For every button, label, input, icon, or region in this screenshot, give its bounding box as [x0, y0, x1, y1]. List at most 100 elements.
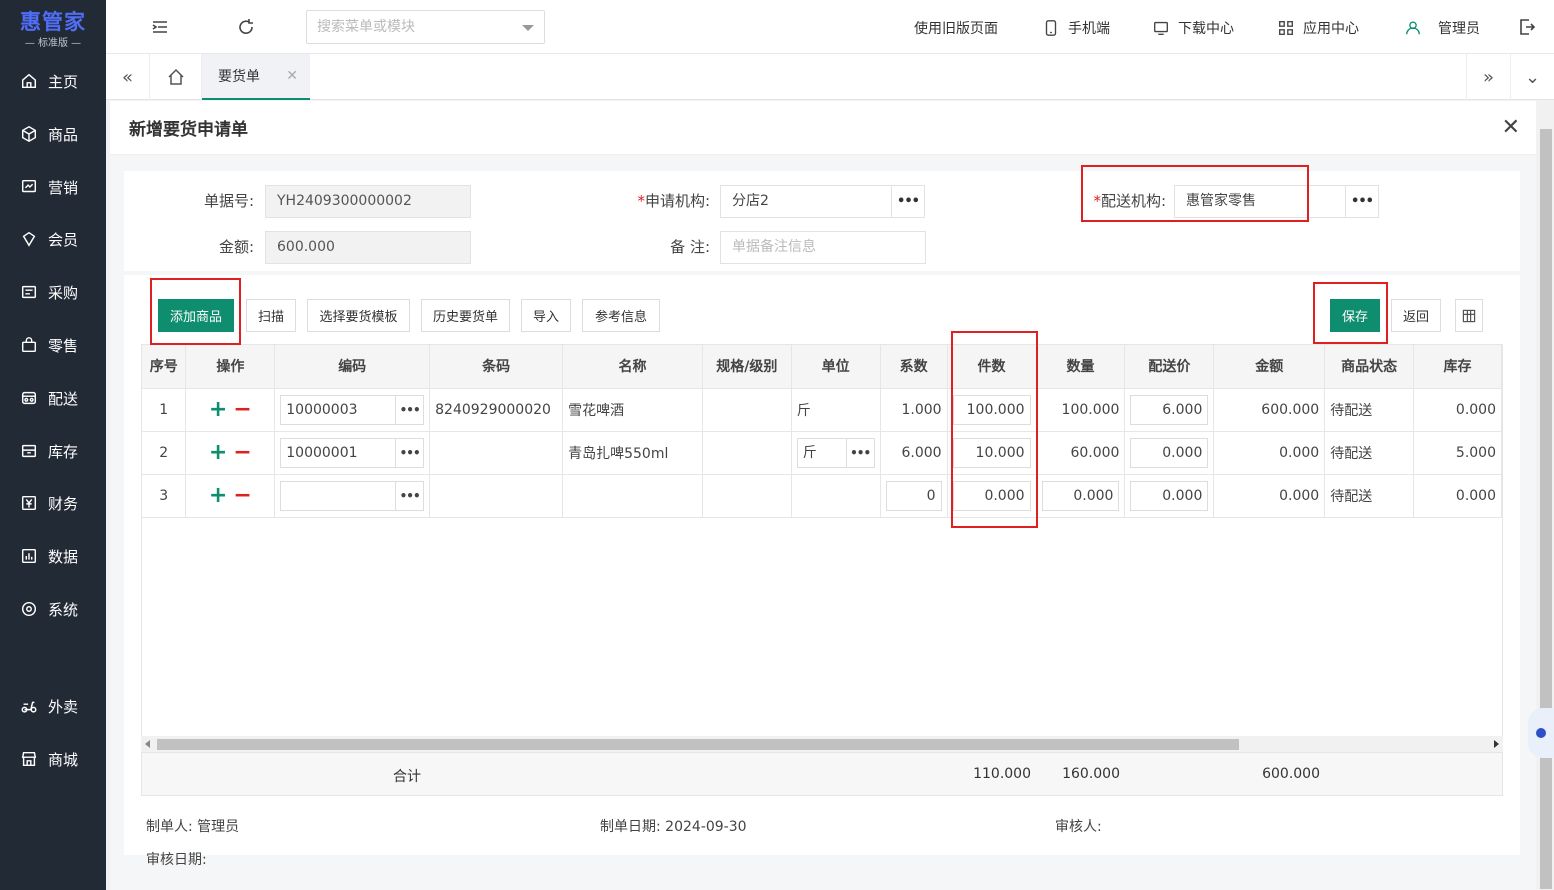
code-input[interactable] — [280, 480, 397, 511]
column-settings-icon[interactable] — [1455, 299, 1483, 332]
tab-scroll-left-icon[interactable]: « — [106, 54, 150, 100]
save-button[interactable]: 保存 — [1330, 299, 1380, 332]
search-input[interactable]: 搜索菜单或模块 — [306, 10, 545, 44]
row-number: 1 — [142, 388, 187, 432]
sidebar: 惠管家 — 标准版 — 主页 商品 营销 会员 采购 零售 配送 库存 财务 数… — [0, 0, 106, 890]
add-row-icon[interactable]: + — [209, 440, 227, 465]
col-header: 系数 — [880, 345, 948, 389]
user-menu[interactable]: 管理员 — [1404, 17, 1480, 39]
creator-info: 制单人: 管理员 — [146, 816, 239, 836]
pieces-input[interactable]: 10.000 — [952, 437, 1031, 468]
apply-org-picker-button[interactable]: ••• — [891, 185, 925, 218]
tab-scroll-right-icon[interactable]: » — [1466, 54, 1510, 100]
col-header: 序号 — [142, 345, 187, 389]
old-page-link[interactable]: 使用旧版页面 — [914, 17, 998, 39]
row-actions: + − — [185, 474, 276, 518]
sidebar-item-retail[interactable]: 零售 — [0, 325, 106, 365]
add-row-icon[interactable]: + — [209, 397, 227, 422]
date-value: 2024-09-30 — [665, 819, 747, 835]
code-input[interactable]: 10000001 — [280, 437, 397, 468]
delivery-org-field[interactable]: 惠管家零售 — [1174, 185, 1346, 218]
settings-icon — [21, 601, 37, 617]
creator-value: 管理员 — [197, 819, 240, 835]
menu-collapse-icon[interactable] — [150, 17, 170, 37]
user-icon — [1406, 21, 1420, 35]
import-button[interactable]: 导入 — [521, 299, 571, 332]
delete-row-icon[interactable]: − — [233, 440, 251, 465]
app-center-link[interactable]: 应用中心 — [1277, 17, 1359, 39]
bag-icon — [21, 337, 37, 353]
select-template-button[interactable]: 选择要货模板 — [307, 299, 410, 332]
vertical-scrollbar[interactable] — [1538, 101, 1554, 890]
audit-date-label: 审核日期: — [146, 852, 207, 868]
sidebar-item-system[interactable]: 系统 — [0, 589, 106, 629]
scrollbar-thumb[interactable] — [1540, 129, 1552, 889]
sidebar-item-takeout[interactable]: 外卖 — [0, 686, 106, 726]
code-input[interactable]: 10000003 — [280, 394, 397, 425]
code-picker-button[interactable]: ••• — [396, 394, 425, 425]
download-center-link[interactable]: 下载中心 — [1152, 17, 1234, 39]
refresh-icon[interactable] — [236, 17, 256, 37]
summary-qty: 160.000 — [1062, 766, 1120, 782]
logout-icon[interactable] — [1517, 17, 1537, 37]
sidebar-item-data[interactable]: 数据 — [0, 536, 106, 576]
doc-no-field: YH2409300000002 — [265, 185, 471, 218]
price-input[interactable]: 0.000 — [1130, 480, 1209, 511]
goods-table: 序号 操作 编码 条码 名称 规格/级别 单位 系数 件数 数量 配送价 金额 … — [141, 344, 1503, 794]
pieces-input[interactable]: 0.000 — [952, 480, 1031, 511]
back-button[interactable]: 返回 — [1391, 299, 1441, 332]
close-icon[interactable]: ✕ — [1502, 115, 1520, 140]
delete-row-icon[interactable]: − — [233, 397, 251, 422]
scrollbar-thumb[interactable] — [157, 739, 1239, 750]
sidebar-item-finance[interactable]: 财务 — [0, 483, 106, 523]
sidebar-item-home[interactable]: 主页 — [0, 61, 106, 101]
barcode-cell: 8240929000020 — [429, 388, 564, 432]
qty-input[interactable]: 0.000 — [1041, 480, 1120, 511]
unit-picker-button[interactable]: ••• — [846, 437, 875, 468]
scan-button[interactable]: 扫描 — [246, 299, 296, 332]
table-row: 3 + − ••• 0 0.000 0.000 0.000 0.000 待配送 0 — [142, 474, 1502, 518]
sidebar-item-goods[interactable]: 商品 — [0, 114, 106, 154]
price-input[interactable]: 0.000 — [1130, 437, 1209, 468]
code-picker-button[interactable]: ••• — [396, 437, 425, 468]
sidebar-item-delivery[interactable]: 配送 — [0, 378, 106, 418]
status-cell: 待配送 — [1324, 474, 1415, 518]
remark-field[interactable]: 单据备注信息 — [720, 231, 926, 264]
add-goods-button[interactable]: 添加商品 — [158, 299, 234, 332]
pieces-cell: 10.000 — [947, 431, 1037, 475]
chevron-down-icon[interactable]: ⌄ — [1510, 54, 1554, 100]
mobile-link[interactable]: 手机端 — [1042, 17, 1110, 39]
assistant-bot-icon[interactable] — [1528, 708, 1554, 758]
sidebar-item-mall[interactable]: 商城 — [0, 739, 106, 779]
unit-select[interactable]: 斤 — [796, 437, 847, 468]
top-bar: 搜索菜单或模块 使用旧版页面 手机端 下载中心 应用中心 管理员 — [106, 0, 1554, 54]
creator-label: 制单人: — [146, 819, 193, 835]
sidebar-item-label: 会员 — [48, 230, 79, 249]
pieces-input[interactable]: 100.000 — [952, 394, 1031, 425]
code-picker-button[interactable]: ••• — [396, 480, 425, 511]
factor-input[interactable]: 0 — [885, 480, 942, 511]
sidebar-item-marketing[interactable]: 营销 — [0, 167, 106, 207]
sidebar-item-member[interactable]: 会员 — [0, 219, 106, 259]
tab-home[interactable] — [150, 54, 202, 100]
sidebar-item-inventory[interactable]: 库存 — [0, 431, 106, 471]
apply-org-field[interactable]: 分店2 — [720, 185, 892, 218]
reference-button[interactable]: 参考信息 — [582, 299, 660, 332]
horizontal-scrollbar[interactable] — [141, 736, 1503, 752]
summary-label: 合计 — [393, 769, 421, 785]
history-button[interactable]: 历史要货单 — [421, 299, 510, 332]
close-icon[interactable]: ✕ — [286, 68, 298, 84]
factor-cell: 1.000 — [880, 388, 948, 432]
add-row-icon[interactable]: + — [209, 483, 227, 508]
scroll-right-arrow[interactable] — [1494, 740, 1499, 748]
scroll-left-arrow[interactable] — [145, 740, 150, 748]
goods-grid: 序号 操作 编码 条码 名称 规格/级别 单位 系数 件数 数量 配送价 金额 … — [142, 345, 1502, 518]
price-input[interactable]: 6.000 — [1130, 394, 1209, 425]
tab-requisition[interactable]: 要货单 ✕ — [202, 54, 310, 100]
col-header: 金额 — [1213, 345, 1326, 389]
delivery-org-picker-button[interactable]: ••• — [1345, 185, 1379, 218]
delete-row-icon[interactable]: − — [233, 483, 251, 508]
sidebar-item-purchase[interactable]: 采购 — [0, 272, 106, 312]
unit-cell — [791, 474, 881, 518]
pieces-cell: 0.000 — [947, 474, 1037, 518]
